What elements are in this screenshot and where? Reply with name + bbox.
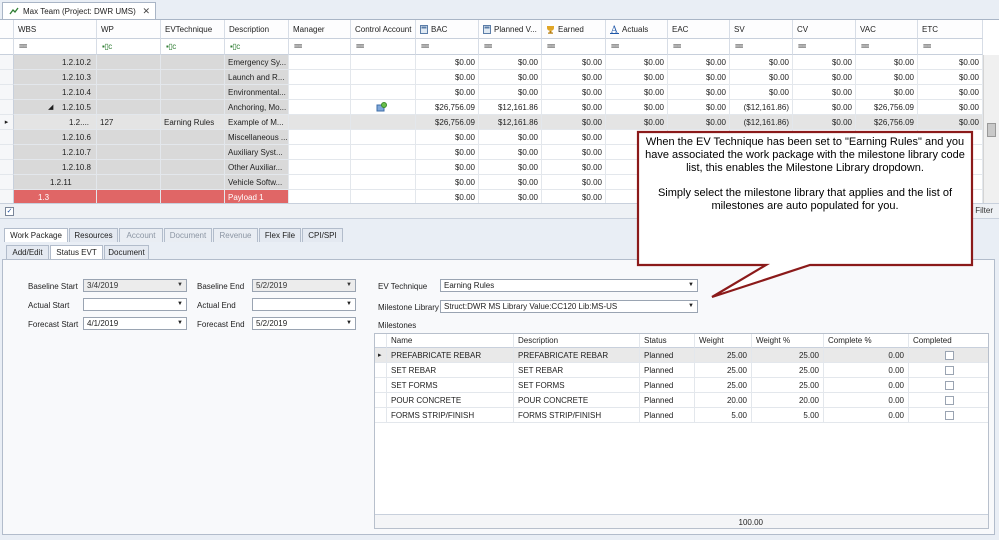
callout-paragraph-2: Simply select the milestone library that… — [657, 187, 953, 212]
callout-spacer — [638, 175, 972, 187]
callout-text: When the EV Technique has been set to "E… — [638, 136, 972, 213]
callout-paragraph-1: When the EV Technique has been set to "E… — [645, 136, 965, 174]
callout-bubble — [636, 130, 974, 299]
